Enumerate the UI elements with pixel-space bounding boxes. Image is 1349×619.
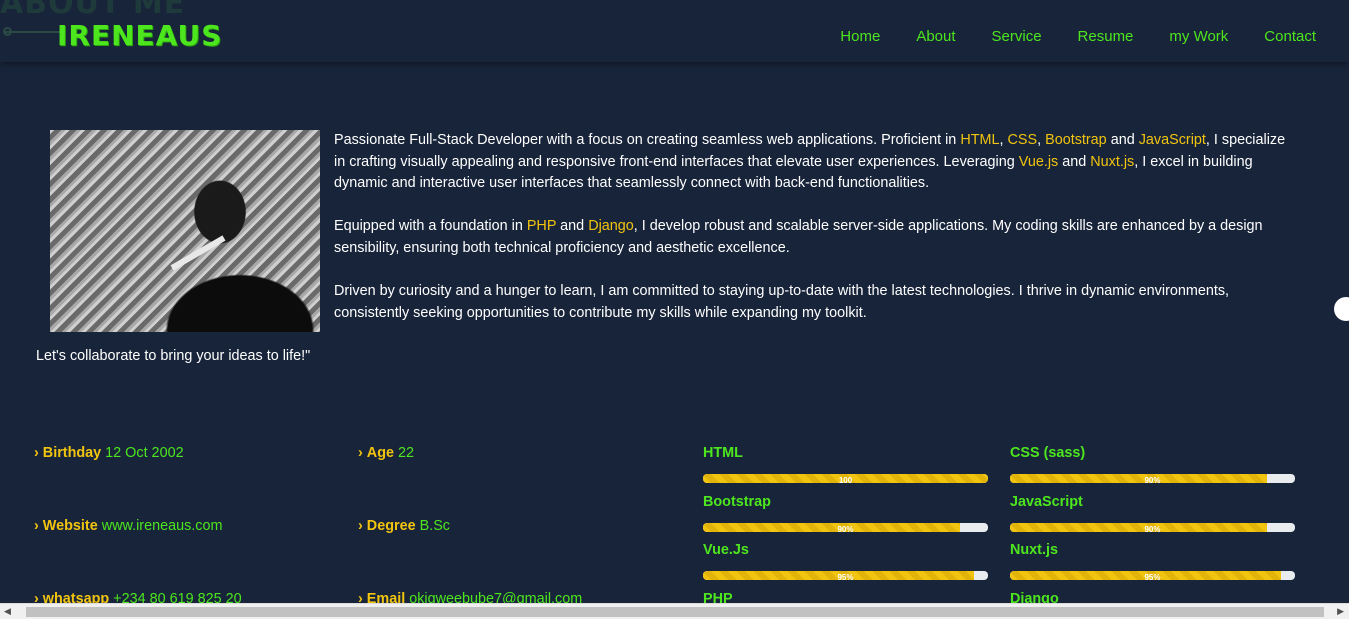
scrollbar-thumb[interactable] [26, 607, 1324, 617]
skill-highlight-javascript: JavaScript [1138, 132, 1206, 148]
skill-percent-label: 95% [837, 573, 854, 580]
skill-name: Nuxt.js [1010, 542, 1058, 558]
floating-circle-button[interactable] [1334, 297, 1349, 321]
website-link[interactable]: www.ireneaus.com [102, 518, 223, 534]
skill-highlight-nuxt: Nuxt.js [1090, 153, 1135, 170]
ghost-dot-icon [3, 27, 12, 36]
info-website: › Website www.ireneaus.com [34, 518, 223, 534]
skill-highlight-django: Django [588, 218, 634, 235]
ghost-divider [4, 31, 60, 33]
chevron-right-icon: › [358, 445, 363, 461]
nav-resume[interactable]: Resume [1078, 28, 1134, 45]
section-ghost-title: ABOUT ME [0, 0, 186, 21]
info-degree: › Degree B.Sc [358, 518, 450, 534]
skill-name: HTML [703, 445, 743, 461]
skill-percent-label: 90% [837, 525, 854, 532]
nav-home[interactable]: Home [840, 28, 880, 45]
skill-progress-bar: 100 [703, 474, 988, 483]
skill-name: Vue.Js [703, 542, 749, 558]
skill-name: CSS (sass) [1010, 445, 1086, 461]
profile-photo [50, 130, 320, 332]
skill-progress-bar: 90% [703, 523, 988, 532]
navbar: ABOUT ME IRENEAUS Home About Service Res… [0, 0, 1349, 62]
bio-text: Passionate Full-Stack Developer with a f… [334, 130, 1294, 346]
nav-about[interactable]: About [916, 28, 955, 45]
photo-detail [170, 235, 226, 271]
scroll-left-icon[interactable]: ◀ [4, 606, 11, 617]
nav-contact[interactable]: Contact [1264, 28, 1316, 45]
chevron-right-icon: › [34, 518, 39, 534]
bio-paragraph-2: Equipped with a foundation in PHP and Dj… [334, 218, 1263, 256]
tagline: Let's collaborate to bring your ideas to… [36, 348, 311, 364]
skill-progress-bar: 95% [1010, 571, 1295, 580]
bio-paragraph-3: Driven by curiosity and a hunger to lear… [334, 283, 1230, 321]
skill-percent-label: 90% [1144, 525, 1161, 532]
skill-name: Bootstrap [703, 494, 771, 510]
skill-highlight-bootstrap: Bootstrap [1045, 132, 1107, 148]
bio-paragraph-1: Passionate Full-Stack Developer with a f… [334, 132, 1286, 192]
skill-progress-bar: 95% [703, 571, 988, 580]
nav-my-work[interactable]: my Work [1169, 28, 1228, 45]
skill-percent-label: 95% [1144, 573, 1161, 580]
chevron-right-icon: › [34, 445, 39, 461]
main-nav: Home About Service Resume my Work Contac… [840, 28, 1316, 45]
skill-percent-label: 100 [838, 476, 853, 483]
site-logo[interactable]: IRENEAUS [57, 19, 222, 52]
skill-progress-bar: 90% [1010, 474, 1295, 483]
skill-highlight-css: CSS [1007, 132, 1038, 148]
skill-progress-bar: 90% [1010, 523, 1295, 532]
skill-highlight-html: HTML [960, 132, 1000, 148]
skill-highlight-php: PHP [526, 218, 557, 235]
skill-highlight-vue: Vue.js [1018, 153, 1059, 170]
nav-service[interactable]: Service [992, 28, 1042, 45]
scroll-right-icon[interactable]: ▶ [1337, 606, 1344, 617]
skill-percent-label: 90% [1144, 476, 1161, 483]
info-age: › Age 22 [358, 445, 414, 461]
skill-name: JavaScript [1010, 494, 1083, 510]
chevron-right-icon: › [358, 518, 363, 534]
info-birthday: › Birthday 12 Oct 2002 [34, 445, 184, 461]
horizontal-scrollbar[interactable]: ◀ ▶ [0, 603, 1349, 619]
